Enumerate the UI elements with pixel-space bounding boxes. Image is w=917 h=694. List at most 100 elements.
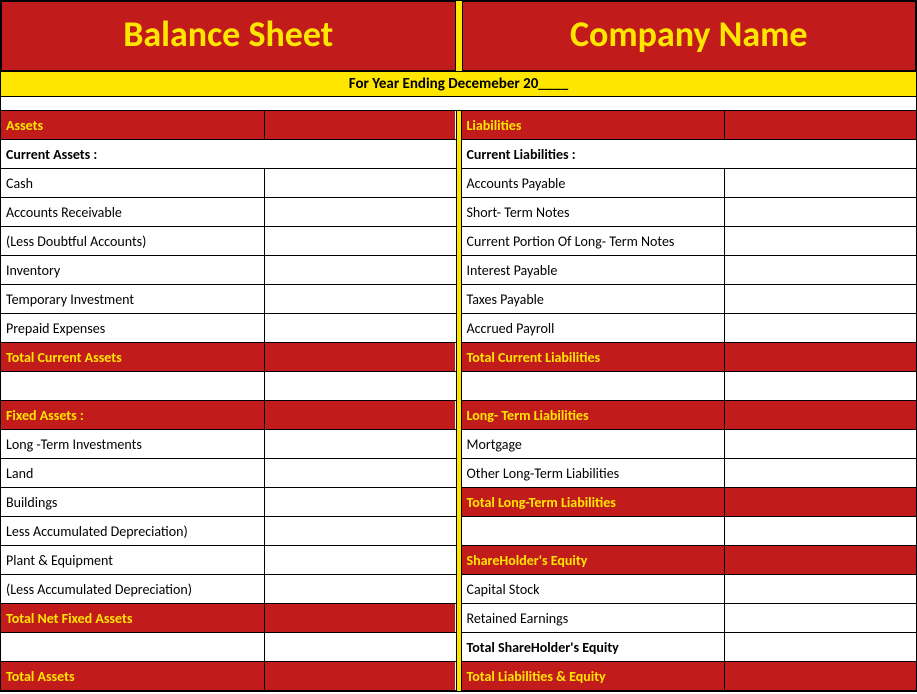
label: Long- Term Liabilities: [462, 401, 726, 429]
value[interactable]: [725, 633, 916, 661]
value[interactable]: [725, 604, 916, 632]
label: Other Long-Term Liabilities: [462, 459, 726, 487]
total-current-assets: Total Current Assets: [1, 343, 456, 372]
line-cpltn: Current Portion Of Long- Term Notes: [462, 227, 917, 256]
value[interactable]: [725, 169, 916, 197]
value[interactable]: [265, 169, 456, 197]
label: Accounts Receivable: [1, 198, 265, 226]
value[interactable]: [265, 517, 456, 545]
balance-sheet: Balance Sheet Company Name For Year Endi…: [0, 0, 917, 692]
total-equity: Total ShareHolder's Equity: [462, 633, 917, 662]
value[interactable]: [265, 227, 456, 255]
label: Current Liabilities :: [462, 140, 917, 168]
blank-row: [462, 517, 917, 546]
line-stn: Short- Term Notes: [462, 198, 917, 227]
value[interactable]: [265, 256, 456, 284]
line-retained: Retained Earnings: [462, 604, 917, 633]
line-cash: Cash: [1, 169, 456, 198]
value[interactable]: [725, 575, 916, 603]
label: [1, 372, 265, 400]
lt-liabilities-header: Long- Term Liabilities: [462, 401, 917, 430]
value[interactable]: [265, 459, 456, 487]
line-ap: Accounts Payable: [462, 169, 917, 198]
label: Current Assets :: [1, 140, 456, 168]
label: Assets: [1, 111, 265, 139]
line-lt-inv: Long -Term Investments: [1, 430, 456, 459]
value[interactable]: [725, 459, 916, 487]
value[interactable]: [265, 575, 456, 603]
value[interactable]: [265, 604, 456, 632]
line-buildings: Buildings: [1, 488, 456, 517]
label: [462, 372, 726, 400]
subheader: For Year Ending Decemeber 20____: [1, 71, 916, 97]
label: Capital Stock: [462, 575, 726, 603]
line-ar: Accounts Receivable: [1, 198, 456, 227]
value[interactable]: [725, 111, 916, 139]
line-prepaid: Prepaid Expenses: [1, 314, 456, 343]
value[interactable]: [265, 285, 456, 313]
value[interactable]: [265, 662, 456, 690]
value[interactable]: [725, 314, 916, 342]
label: (Less Accumulated Depreciation): [1, 575, 265, 603]
label: Mortgage: [462, 430, 726, 458]
title-row: Balance Sheet Company Name: [1, 1, 916, 71]
label: ShareHolder's Equity: [462, 546, 726, 574]
label: [462, 517, 726, 545]
blank-row: [1, 633, 456, 662]
label: Interest Payable: [462, 256, 726, 284]
value[interactable]: [725, 401, 916, 429]
value[interactable]: [265, 111, 456, 139]
line-dep1: Less Accumulated Depreciation): [1, 517, 456, 546]
value[interactable]: [725, 546, 916, 574]
blank-row: [1, 372, 456, 401]
value[interactable]: [265, 314, 456, 342]
label: Total Liabilities & Equity: [462, 662, 726, 690]
liabilities-header: Liabilities: [462, 111, 917, 140]
line-land: Land: [1, 459, 456, 488]
value[interactable]: [265, 488, 456, 516]
value[interactable]: [725, 343, 916, 371]
value[interactable]: [725, 227, 916, 255]
line-doubtful: (Less Doubtful Accounts): [1, 227, 456, 256]
value[interactable]: [725, 430, 916, 458]
label: Total Current Liabilities: [462, 343, 726, 371]
label: Long -Term Investments: [1, 430, 265, 458]
value[interactable]: [725, 198, 916, 226]
title-left: Balance Sheet: [1, 1, 456, 71]
line-dep2: (Less Accumulated Depreciation): [1, 575, 456, 604]
liabilities-column: Liabilities Current Liabilities : Accoun…: [462, 111, 917, 691]
value: [265, 372, 456, 400]
value[interactable]: [265, 430, 456, 458]
current-liabilities-label: Current Liabilities :: [462, 140, 917, 169]
label: Retained Earnings: [462, 604, 726, 632]
label: Accounts Payable: [462, 169, 726, 197]
line-mortgage: Mortgage: [462, 430, 917, 459]
value[interactable]: [265, 198, 456, 226]
line-temp-inv: Temporary Investment: [1, 285, 456, 314]
body-columns: Assets Current Assets : Cash Accounts Re…: [1, 111, 916, 691]
value[interactable]: [265, 343, 456, 371]
value[interactable]: [725, 285, 916, 313]
spacer-row: [1, 97, 916, 111]
value[interactable]: [725, 662, 916, 690]
line-capital-stock: Capital Stock: [462, 575, 917, 604]
value[interactable]: [265, 546, 456, 574]
line-inventory: Inventory: [1, 256, 456, 285]
value[interactable]: [725, 256, 916, 284]
label: Total Current Assets: [1, 343, 265, 371]
equity-header: ShareHolder's Equity: [462, 546, 917, 575]
total-assets: Total Assets: [1, 662, 456, 691]
total-net-fixed: Total Net Fixed Assets: [1, 604, 456, 633]
label: Temporary Investment: [1, 285, 265, 313]
line-interest: Interest Payable: [462, 256, 917, 285]
value[interactable]: [725, 488, 916, 516]
value: [725, 372, 916, 400]
fixed-assets-header: Fixed Assets :: [1, 401, 456, 430]
line-taxes: Taxes Payable: [462, 285, 917, 314]
total-liabilities-equity: Total Liabilities & Equity: [462, 662, 917, 691]
label: Taxes Payable: [462, 285, 726, 313]
title-right: Company Name: [462, 1, 917, 71]
line-plant: Plant & Equipment: [1, 546, 456, 575]
assets-column: Assets Current Assets : Cash Accounts Re…: [1, 111, 456, 691]
value[interactable]: [265, 401, 456, 429]
